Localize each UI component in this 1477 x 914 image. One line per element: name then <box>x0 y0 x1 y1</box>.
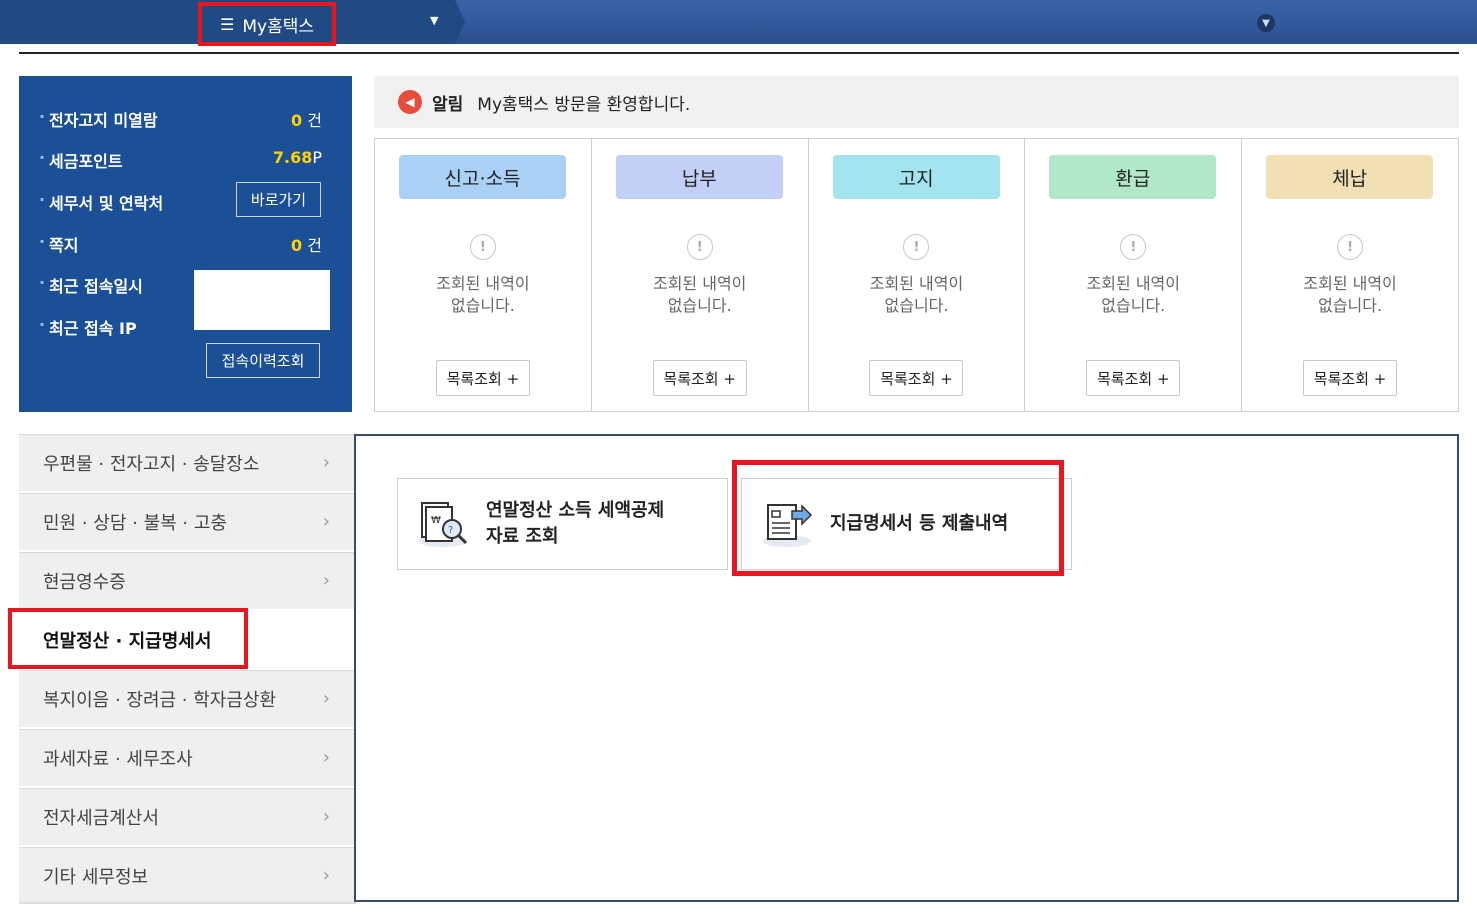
alert-icon: ! <box>1120 234 1147 260</box>
chevron-right-icon: › <box>322 511 330 532</box>
megaphone-icon: ◀ <box>398 90 422 114</box>
tile-label: 연말정산 소득 세액공제 자료 조회 <box>486 500 665 547</box>
card-payment: 납부 ! 조회된 내역이 없습니다. 목록조회 + <box>592 139 809 411</box>
status-cards: 신고·소득 ! 조회된 내역이 없습니다. 목록조회 + 납부 ! 조회된 내역이… <box>374 138 1459 412</box>
sidebar-item-label: 기타 세무정보 <box>43 867 149 888</box>
alert-icon: ! <box>686 234 713 260</box>
sidebar-bottom-line <box>19 902 356 904</box>
document-search-icon: ₩ ? <box>419 502 468 547</box>
unread-count: 0 <box>291 111 303 130</box>
unread-unit: 건 <box>307 111 322 130</box>
alert-icon: ! <box>1337 234 1364 260</box>
card-delinquency: 체납 ! 조회된 내역이 없습니다. 목록조회 + <box>1242 139 1458 411</box>
go-to-office-button[interactable]: 바로가기 <box>236 182 321 217</box>
list-view-button[interactable]: 목록조회 + <box>1086 360 1181 396</box>
sidebar-item-welfare[interactable]: 복지이음 · 장려금 · 학자금상환 › <box>19 670 356 728</box>
card-report-income: 신고·소득 ! 조회된 내역이 없습니다. 목록조회 + <box>375 139 592 411</box>
tax-points-value[interactable]: 7.68P <box>273 148 322 167</box>
header-divider <box>19 52 1459 54</box>
chevron-right-icon: › <box>322 865 330 886</box>
card-title[interactable]: 신고·소득 <box>399 155 566 199</box>
note-value[interactable]: 0 건 <box>291 232 322 256</box>
card-title[interactable]: 고지 <box>832 155 1000 199</box>
note-count: 0 <box>291 236 303 255</box>
chevron-right-icon: › <box>322 806 330 827</box>
hamburger-icon: ☰ <box>220 14 235 34</box>
sidebar-item-tax-data[interactable]: 과세자료 · 세무조사 › <box>19 729 356 787</box>
menu-dropdown-caret-icon[interactable]: ▼ <box>430 14 438 27</box>
login-history-button[interactable]: 접속이력조회 <box>206 343 320 378</box>
card-notice: 고지 ! 조회된 내역이 없습니다. 목록조회 + <box>809 139 1026 411</box>
notice-text: My홈택스 방문을 환영합니다. <box>477 94 691 115</box>
list-view-button[interactable]: 목록조회 + <box>435 360 530 396</box>
year-end-deduction-tile[interactable]: ₩ ? 연말정산 소득 세액공제 자료 조회 <box>397 478 728 570</box>
note-unit: 건 <box>307 236 322 255</box>
sidebar-item-other[interactable]: 기타 세무정보 › <box>19 847 356 905</box>
tax-office-label: 세무서 및 연락처 <box>39 190 163 214</box>
list-view-button[interactable]: 목록조회 + <box>1303 360 1398 396</box>
sidebar-item-mail-notice[interactable]: 우편물 · 전자고지 · 송달장소 › <box>19 434 356 492</box>
sidebar-item-cash-receipt[interactable]: 현금영수증 › <box>19 552 356 610</box>
card-empty-message: 조회된 내역이 없습니다. <box>1303 274 1397 315</box>
points-unit: P <box>312 148 322 167</box>
highlight-box-active-sidebar <box>8 608 248 669</box>
card-empty-message: 조회된 내역이 없습니다. <box>436 274 530 315</box>
sidebar-item-e-invoice[interactable]: 전자세금계산서 › <box>19 788 356 846</box>
sidebar-item-label: 전자세금계산서 <box>43 808 159 829</box>
my-hometax-menu-button[interactable]: ☰ My홈택스 <box>198 2 336 46</box>
unread-notice-label: 전자고지 미열람 <box>39 107 158 131</box>
last-login-label: 최근 접속일시 <box>39 273 143 297</box>
unread-notice-value[interactable]: 0 건 <box>291 107 322 131</box>
svg-text:?: ? <box>448 525 453 536</box>
svg-text:₩: ₩ <box>431 515 441 526</box>
card-title[interactable]: 체납 <box>1266 155 1434 199</box>
redacted-login-info <box>194 270 330 330</box>
notice-label: 알림 <box>432 94 464 115</box>
nav-dropdown-circle-icon[interactable]: ▼ <box>1257 14 1275 32</box>
sidebar-item-label: 복지이음 · 장려금 · 학자금상환 <box>43 690 277 711</box>
alert-icon: ! <box>903 234 930 260</box>
card-refund: 환급 ! 조회된 내역이 없습니다. 목록조회 + <box>1025 139 1243 411</box>
note-label: 쪽지 <box>39 232 79 256</box>
card-title[interactable]: 환급 <box>1049 155 1217 199</box>
sidebar-item-label: 현금영수증 <box>43 572 126 593</box>
sidebar-item-label: 우편물 · 전자고지 · 송달장소 <box>43 454 260 475</box>
sidebar-item-label: 과세자료 · 세무조사 <box>43 749 193 770</box>
last-ip-label: 최근 접속 IP <box>39 315 137 339</box>
list-view-button[interactable]: 목록조회 + <box>869 360 964 396</box>
list-view-button[interactable]: 목록조회 + <box>652 360 747 396</box>
card-empty-message: 조회된 내역이 없습니다. <box>869 274 964 315</box>
alert-icon: ! <box>469 234 496 260</box>
sidebar-item-label: 민원 · 상담 · 불복 · 고충 <box>43 513 227 534</box>
my-hometax-menu-label: My홈택스 <box>242 16 314 37</box>
points-value: 7.68 <box>272 148 313 167</box>
chevron-right-icon: › <box>322 747 330 768</box>
sidebar-item-civil-complaint[interactable]: 민원 · 상담 · 불복 · 고충 › <box>19 493 356 551</box>
chevron-right-icon: › <box>322 570 330 591</box>
card-empty-message: 조회된 내역이 없습니다. <box>1086 274 1180 315</box>
card-title[interactable]: 납부 <box>615 155 783 199</box>
notice-bar: ◀ 알림 My홈택스 방문을 환영합니다. <box>374 76 1459 128</box>
user-info-panel: 전자고지 미열람 0 건 세금포인트 7.68P 세무서 및 연락처 바로가기 … <box>19 76 352 412</box>
tax-points-label: 세금포인트 <box>39 148 123 172</box>
card-empty-message: 조회된 내역이 없습니다. <box>652 274 747 315</box>
highlight-box-submission-tile <box>732 460 1064 576</box>
top-nav-arrow <box>455 0 465 44</box>
chevron-right-icon: › <box>322 452 330 473</box>
chevron-right-icon: › <box>322 688 330 709</box>
